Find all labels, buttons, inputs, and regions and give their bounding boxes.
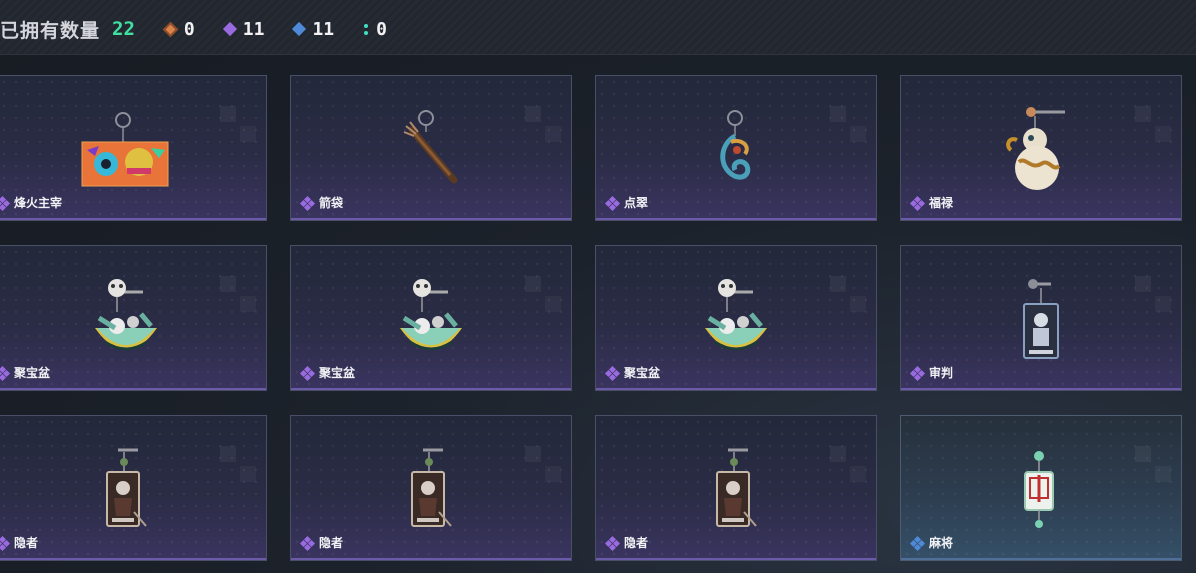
purple-rarity-icon bbox=[299, 365, 316, 381]
charm-name: 隐者 bbox=[14, 536, 39, 550]
charm-card[interactable]: 隐者 bbox=[290, 415, 572, 561]
hermit-card-charm-icon bbox=[714, 446, 758, 538]
judgement-card-charm-icon bbox=[1021, 276, 1061, 368]
charm-card[interactable]: 烽火主宰 bbox=[0, 75, 267, 221]
rarity-bar bbox=[596, 388, 876, 390]
purple-rarity-icon bbox=[909, 365, 926, 381]
rarity-bar bbox=[596, 558, 876, 560]
charm-name: 麻将 bbox=[929, 536, 954, 550]
charm-name: 箭袋 bbox=[319, 196, 344, 210]
hermit-card-charm-icon bbox=[409, 446, 453, 538]
charm-card[interactable]: 聚宝盆 bbox=[290, 245, 572, 391]
charm-card[interactable]: 福禄 bbox=[900, 75, 1182, 221]
rarity-bar bbox=[0, 558, 266, 560]
charm-card[interactable]: 审判 bbox=[900, 245, 1182, 391]
charm-name: 隐者 bbox=[319, 536, 344, 550]
purple-rarity-icon bbox=[0, 365, 11, 381]
rarity-bar bbox=[291, 218, 571, 220]
charm-card[interactable]: 隐者 bbox=[0, 415, 267, 561]
charm-name: 聚宝盆 bbox=[319, 366, 356, 380]
charm-label: 聚宝盆 bbox=[299, 364, 356, 381]
charm-label: 福禄 bbox=[909, 194, 954, 211]
purple-rarity-icon bbox=[604, 365, 621, 381]
hermit-card-charm-icon bbox=[104, 446, 148, 538]
blue-rarity-icon bbox=[909, 535, 926, 551]
purple-rarity-icon bbox=[604, 535, 621, 551]
charm-card[interactable]: 麻将 bbox=[900, 415, 1182, 561]
mahjong-tile-charm-icon bbox=[1021, 446, 1061, 540]
phoenix-charm-icon bbox=[711, 106, 761, 192]
charm-name: 隐者 bbox=[624, 536, 649, 550]
charm-name: 福禄 bbox=[929, 196, 954, 210]
purple-rarity-icon bbox=[0, 195, 11, 211]
charm-grid: 烽火主宰 箭袋 点翠 福禄聚宝盆 聚宝盆 聚宝盆 审判隐者 隐者 隐者 麻将 bbox=[0, 0, 1196, 573]
charm-label: 烽火主宰 bbox=[0, 194, 62, 211]
charm-card[interactable]: 聚宝盆 bbox=[595, 245, 877, 391]
charm-label: 麻将 bbox=[909, 534, 954, 551]
charm-name: 聚宝盆 bbox=[14, 366, 51, 380]
purple-rarity-icon bbox=[0, 535, 11, 551]
charm-name: 审判 bbox=[929, 366, 954, 380]
purple-rarity-icon bbox=[299, 535, 316, 551]
charm-label: 点翠 bbox=[604, 194, 649, 211]
rarity-bar bbox=[291, 388, 571, 390]
charm-name: 烽火主宰 bbox=[14, 196, 63, 210]
charm-label: 隐者 bbox=[299, 534, 344, 551]
charm-name: 点翠 bbox=[624, 196, 649, 210]
quiver-charm-icon bbox=[396, 106, 466, 192]
rarity-bar bbox=[0, 388, 266, 390]
charm-label: 聚宝盆 bbox=[0, 364, 50, 381]
charm-name: 聚宝盆 bbox=[624, 366, 661, 380]
purple-rarity-icon bbox=[299, 195, 316, 211]
rarity-bar bbox=[291, 558, 571, 560]
purple-rarity-icon bbox=[604, 195, 621, 211]
rarity-bar bbox=[901, 388, 1181, 390]
graffiti-plate-charm-icon bbox=[81, 106, 171, 192]
charm-card[interactable]: 聚宝盆 bbox=[0, 245, 267, 391]
charm-label: 隐者 bbox=[0, 534, 38, 551]
rarity-bar bbox=[901, 218, 1181, 220]
purple-rarity-icon bbox=[909, 195, 926, 211]
charm-label: 审判 bbox=[909, 364, 954, 381]
rarity-bar bbox=[901, 558, 1181, 560]
treasure-bowl-charm-icon bbox=[701, 276, 771, 368]
gourd-charm-icon bbox=[1001, 106, 1081, 200]
charm-label: 箭袋 bbox=[299, 194, 344, 211]
rarity-bar bbox=[596, 218, 876, 220]
rarity-bar bbox=[0, 218, 266, 220]
charm-label: 隐者 bbox=[604, 534, 649, 551]
charm-card[interactable]: 点翠 bbox=[595, 75, 877, 221]
charm-label: 聚宝盆 bbox=[604, 364, 661, 381]
charm-card[interactable]: 隐者 bbox=[595, 415, 877, 561]
treasure-bowl-charm-icon bbox=[91, 276, 161, 368]
treasure-bowl-charm-icon bbox=[396, 276, 466, 368]
charm-card[interactable]: 箭袋 bbox=[290, 75, 572, 221]
